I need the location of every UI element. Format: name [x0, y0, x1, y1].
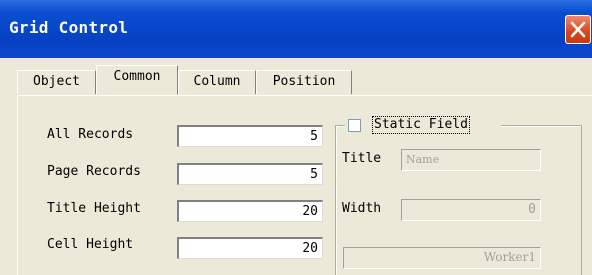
width-label: Width [342, 201, 382, 216]
close-button[interactable] [565, 15, 591, 44]
width-field[interactable]: 0 [401, 199, 541, 221]
tab-column[interactable]: Column [178, 70, 256, 94]
all-records-field[interactable]: 5 [177, 125, 323, 147]
all-records-label: All Records [47, 127, 134, 142]
page-records-label: Page Records [47, 164, 141, 179]
tab-common-label: Common [113, 69, 161, 84]
static-field-label: Static Field [372, 116, 470, 134]
tab-position-label: Position [272, 74, 336, 89]
window-title: Grid Control [9, 18, 129, 37]
title-height-label: Title Height [47, 201, 141, 216]
grid-control-dialog: Grid Control Object Common Column Positi… [0, 0, 592, 275]
title-label: Title [342, 151, 382, 166]
cell-height-field[interactable]: 20 [177, 237, 323, 259]
static-field-checkbox-row[interactable]: Static Field [345, 116, 501, 134]
tab-object-label: Object [33, 74, 80, 89]
tab-position[interactable]: Position [256, 70, 352, 94]
cell-height-label: Cell Height [47, 237, 134, 252]
static-field-checkbox[interactable] [348, 119, 361, 132]
title-bar[interactable]: Grid Control [0, 0, 592, 58]
tab-column-label: Column [193, 74, 241, 89]
title-height-field[interactable]: 20 [177, 200, 323, 222]
title-field[interactable]: Name [401, 149, 541, 171]
worker-field[interactable]: Worker1 [343, 247, 541, 269]
tab-object[interactable]: Object [17, 70, 96, 94]
close-icon [570, 21, 586, 38]
page-records-field[interactable]: 5 [177, 163, 323, 185]
tab-common[interactable]: Common [96, 65, 178, 95]
